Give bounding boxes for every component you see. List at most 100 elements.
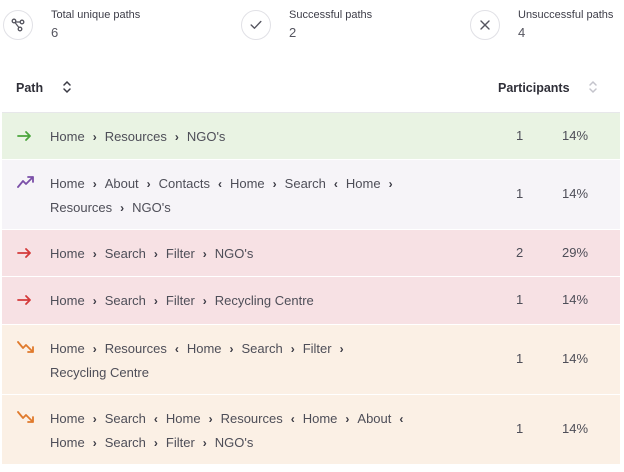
path-step: Home [50,293,85,308]
chevron-right-icon: › [92,436,97,450]
path-step: Home [302,411,338,426]
chevron-right-icon: › [272,177,277,191]
path-step: Search [284,176,326,191]
chevron-left-icon: ‹ [217,177,222,191]
path-line: Resources › NGO's [50,196,450,220]
chevron-right-icon: › [92,247,97,261]
chevron-right-icon: › [153,247,158,261]
path-step: About [104,176,139,191]
path-line: Home › Resources ‹ Home › Search › Filter › [50,337,450,361]
chevron-left-icon: ‹ [153,412,158,426]
path-step: Filter [302,341,332,356]
table-row[interactable]: Home › About › Contacts ‹ Home › Search ‹ Home › Res… [2,160,620,230]
participant-count: 1 [516,292,524,307]
path-step: NGO's [214,435,254,450]
path-step: Resources [220,411,283,426]
table-row[interactable]: Home › Search ‹ Home › Resources ‹ Home › About ‹ Ho… [2,395,620,465]
path-step: Home [229,176,265,191]
chevron-right-icon: › [208,412,213,426]
chevron-right-icon: › [290,342,295,356]
branch-icon [3,10,33,40]
path-breadcrumb: Home › Resources › NGO's [50,125,450,149]
chevron-right-icon: › [92,130,97,144]
path-step: Search [104,435,146,450]
chevron-right-icon: › [202,294,207,308]
participant-count: 1 [516,351,524,366]
check-icon [241,10,271,40]
participant-percent: 14% [562,421,589,436]
path-step: Search [241,341,283,356]
chevron-right-icon: › [153,436,158,450]
chevron-right-icon: › [202,247,207,261]
path-step: Recycling Centre [214,293,314,308]
participants-column-header[interactable]: Participants [498,81,570,95]
table-row[interactable]: Home › Search › Filter › Recycling Centre 1 14% [2,277,620,325]
path-line: Home › About › Contacts ‹ Home › Search ‹ Home › [50,172,450,196]
arrow-right-icon [17,246,35,260]
table-row[interactable]: Home › Resources ‹ Home › Search › Filter › Recycl… [2,325,620,395]
path-step: Filter [165,293,195,308]
table-row[interactable]: Home › Search › Filter › NGO's 2 29% [2,230,620,277]
participants-sort-icon[interactable] [588,79,598,100]
participant-count: 1 [516,127,524,143]
chevron-right-icon: › [120,201,125,215]
path-line: Home › Search ‹ Home › Resources ‹ Home › About ‹ [50,407,450,431]
path-step: Home [50,435,85,450]
path-step: NGO's [186,129,226,144]
close-icon [470,10,500,40]
participant-count: 2 [516,244,524,260]
path-step: Resources [50,200,113,215]
path-line: Home › Resources › NGO's [50,125,450,149]
participant-count: 1 [516,421,524,436]
participant-percent: 14% [562,127,589,143]
path-step: Search [104,293,146,308]
chevron-right-icon: › [174,130,179,144]
path-column-header[interactable]: Path [16,81,43,95]
table-header: Path Participants [2,66,620,113]
successful-paths-label: Successful paths [289,9,373,21]
path-line: Home › Search › Filter › NGO's [50,242,450,266]
path-line: Home › Search › Filter › NGO's [50,431,450,455]
trend-up-icon [17,175,35,189]
chevron-left-icon: ‹ [290,412,295,426]
path-step: Home [165,411,201,426]
path-breadcrumb: Home › Search › Filter › NGO's [50,242,450,266]
path-step: Home [50,246,85,261]
path-step: Recycling Centre [50,365,149,380]
trend-down-icon [17,340,35,354]
path-step: Home [50,176,85,191]
path-step: About [357,411,392,426]
chevron-right-icon: › [388,177,393,191]
path-step: Resources [104,341,167,356]
trend-down-icon [17,410,35,424]
path-breadcrumb: Home › Resources ‹ Home › Search › Filter › Recycl… [50,337,450,384]
participant-count: 1 [516,186,524,201]
participant-percent: 29% [562,244,589,260]
chevron-right-icon: › [229,342,234,356]
path-line: Home › Search › Filter › Recycling Centre [50,289,450,313]
path-breadcrumb: Home › Search ‹ Home › Resources ‹ Home › About ‹ Ho… [50,407,450,455]
total-unique-paths-value: 6 [51,25,59,40]
participant-percent: 14% [562,292,589,307]
path-sort-icon[interactable] [62,79,72,100]
chevron-right-icon: › [345,412,350,426]
path-step: Home [50,129,85,144]
path-step: Search [104,246,146,261]
chevron-left-icon: ‹ [174,342,179,356]
chevron-right-icon: › [339,342,344,356]
chevron-left-icon: ‹ [399,412,404,426]
path-step: Resources [104,129,167,144]
chevron-left-icon: ‹ [333,177,338,191]
path-step: NGO's [132,200,171,215]
successful-paths-value: 2 [289,25,297,40]
participant-percent: 14% [562,351,589,366]
total-unique-paths-label: Total unique paths [51,9,141,21]
path-step: Contacts [158,176,210,191]
path-breadcrumb: Home › About › Contacts ‹ Home › Search ‹ Home › Res… [50,172,450,220]
path-step: Search [104,411,146,426]
path-step: Home [186,341,222,356]
path-line: Recycling Centre [50,361,450,384]
unsuccessful-paths-label: Unsuccessful paths [518,9,614,21]
path-breadcrumb: Home › Search › Filter › Recycling Centre [50,289,450,313]
table-row[interactable]: Home › Resources › NGO's 1 14% [2,113,620,160]
